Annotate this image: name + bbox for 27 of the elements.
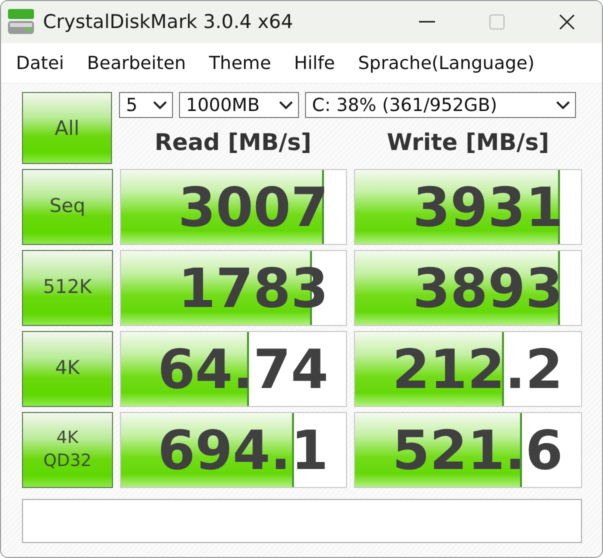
- menu-item[interactable]: Theme: [200, 52, 280, 74]
- test-button[interactable]: Seq: [22, 169, 113, 245]
- chevron-down-icon: [555, 100, 571, 110]
- disk-drive-icon: [7, 9, 35, 35]
- result-value: 64.74: [158, 338, 328, 400]
- run-all-button[interactable]: All: [22, 92, 112, 164]
- size-dropdown[interactable]: 1000MB: [179, 92, 299, 118]
- maximize-icon: [489, 14, 505, 30]
- window-title: CrystalDiskMark 3.0.4 x64: [43, 11, 294, 33]
- comment-field[interactable]: [22, 499, 582, 543]
- menu-item[interactable]: Bearbeiten: [78, 52, 195, 74]
- count-dropdown[interactable]: 5: [119, 92, 173, 118]
- test-button[interactable]: 4K: [22, 331, 113, 407]
- chevron-down-icon: [152, 100, 168, 110]
- menu-item[interactable]: Sprache(Language): [348, 52, 544, 74]
- menu-item[interactable]: Datei: [7, 52, 74, 74]
- minimize-icon: [419, 21, 435, 23]
- column-header: Write [MB/s]: [386, 130, 550, 156]
- drive-dropdown[interactable]: C: 38% (361/952GB): [305, 92, 576, 118]
- menu-item[interactable]: Hilfe: [285, 52, 344, 74]
- chevron-down-icon: [278, 100, 294, 110]
- test-button[interactable]: 4K QD32: [22, 412, 113, 488]
- close-icon: [559, 14, 575, 30]
- result-value: 3931: [412, 176, 564, 238]
- test-button[interactable]: 512K: [22, 250, 113, 326]
- result-value: 3893: [412, 256, 564, 320]
- column-header: Read [MB/s]: [154, 130, 312, 156]
